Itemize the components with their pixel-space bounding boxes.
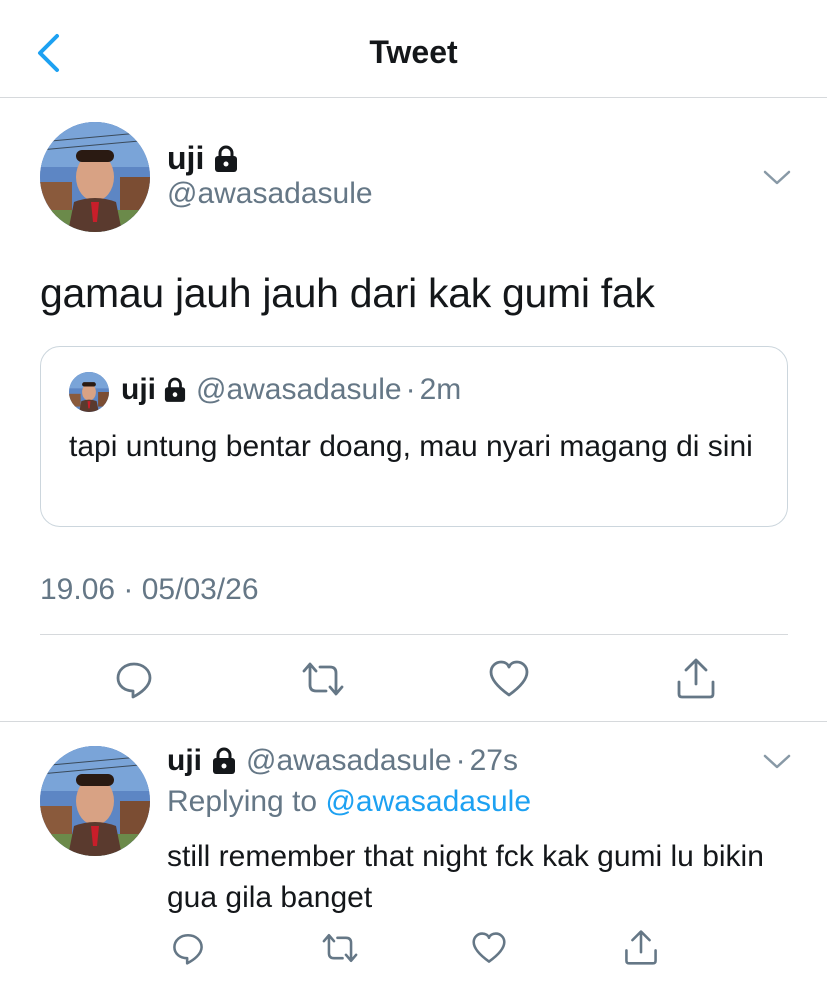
share-button[interactable] [674,656,718,700]
replying-to-mention[interactable]: @awasadasule [325,785,531,818]
quoted-time: 2m [419,373,462,406]
reply-reply-button[interactable] [170,930,206,966]
divider [40,634,788,635]
tweet-text: gamau jauh jauh dari kak gumi fak [40,270,655,316]
lock-icon [215,145,238,172]
quoted-handle: @awasadasule [196,373,402,406]
divider [0,721,827,722]
page-title: Tweet [369,34,458,70]
tweet-options-button[interactable] [762,168,792,188]
reply-handle[interactable]: @awasadasule [246,744,452,778]
quoted-tweet-header: uji @awasadasule · 2m [121,373,461,407]
replying-to-line: Replying to @awasadasule [167,785,531,819]
like-icon [472,932,506,963]
avatar-image [69,372,109,412]
quoted-tweet-text: tapi untung bentar doang, mau nyari maga… [69,430,753,463]
retweet-icon [322,933,358,963]
reply-display-name[interactable]: uji [167,744,202,778]
reply-icon [173,933,203,965]
reply-retweet-button[interactable] [320,930,360,966]
reply-icon [116,662,152,699]
avatar[interactable] [40,122,150,232]
author-name-row: uji [167,140,238,177]
display-name[interactable]: uji [167,140,204,177]
chevron-down-icon [763,170,791,185]
separator-dot: · [405,373,416,406]
share-icon [625,930,657,965]
retweet-icon [302,662,344,696]
reply-time: 27s [469,744,518,777]
separator-dot: · [455,744,466,777]
author-handle[interactable]: @awasadasule [167,177,373,211]
quoted-avatar [69,372,109,412]
retweet-button[interactable] [300,658,346,700]
reply-options-button[interactable] [762,752,792,772]
reply-text: still remember that night fck kak gumi l… [167,840,764,914]
quoted-tweet-card[interactable]: uji @awasadasule · 2m tapi untung bentar… [40,346,788,527]
lock-icon [164,377,186,402]
quoted-display-name: uji [121,373,156,406]
reply-share-button[interactable] [622,928,660,966]
avatar-image [40,122,150,232]
header-bar: Tweet [0,0,827,98]
replying-to-label: Replying to [167,785,318,818]
chevron-down-icon [763,754,791,769]
lock-icon [213,747,235,774]
reply-like-button[interactable] [470,930,508,966]
reply-header: uji @awasadasule · 27s [167,744,518,778]
reply-avatar[interactable] [40,746,150,856]
tweet-timestamp: 19.06 · 05/03/26 [40,573,259,606]
share-icon [677,658,715,699]
like-button[interactable] [487,658,531,700]
reply-button[interactable] [113,658,155,700]
avatar-image [40,746,150,856]
like-icon [489,660,529,697]
